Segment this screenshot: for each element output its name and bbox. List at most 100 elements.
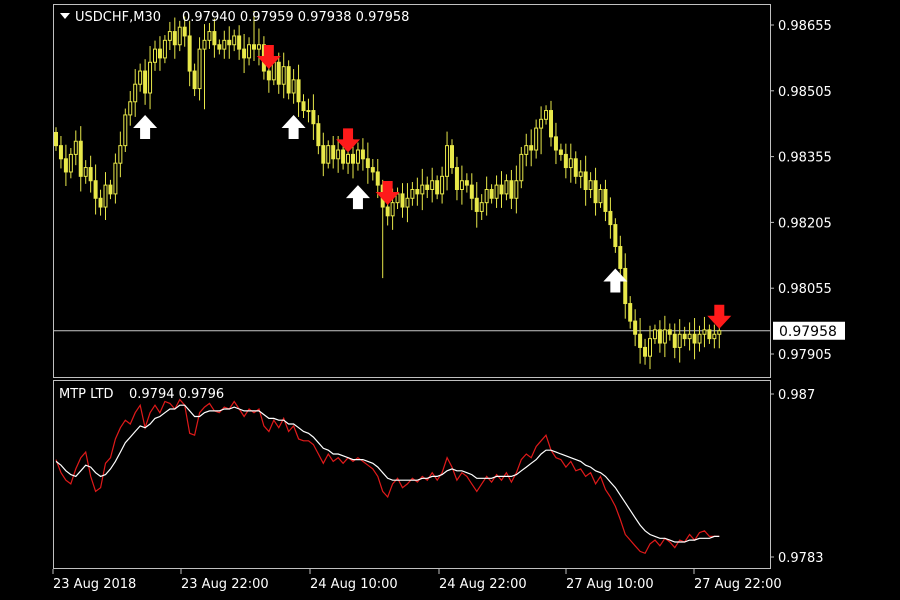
candle	[573, 151, 578, 184]
candle	[454, 156, 459, 201]
candle	[618, 235, 623, 280]
candle	[459, 165, 464, 205]
candle	[88, 155, 93, 193]
candle	[143, 59, 148, 105]
candle	[93, 164, 98, 215]
candle	[202, 24, 207, 110]
candle	[242, 33, 247, 74]
candle	[138, 63, 143, 92]
candle	[63, 144, 68, 186]
candle	[296, 64, 301, 117]
candle	[172, 17, 177, 59]
candle	[410, 182, 415, 206]
candle	[667, 323, 672, 341]
candle	[256, 28, 261, 66]
candle	[692, 318, 697, 360]
candle	[247, 37, 252, 66]
price-tick-label: 0.98655	[778, 19, 832, 34]
candle	[519, 146, 524, 189]
candle	[113, 153, 118, 204]
candle	[549, 100, 553, 147]
candle	[232, 29, 237, 52]
sell-arrow-icon	[707, 304, 732, 329]
candle	[662, 315, 667, 358]
candle	[539, 106, 544, 155]
candle	[479, 194, 484, 220]
candle	[558, 143, 563, 161]
candle	[148, 46, 153, 110]
candle	[54, 127, 58, 151]
candle	[568, 143, 573, 183]
candle	[613, 218, 618, 253]
candle	[489, 184, 494, 204]
candle	[638, 318, 643, 364]
candle	[514, 165, 519, 214]
candle	[217, 39, 222, 55]
candle	[197, 37, 202, 101]
candle	[648, 325, 652, 370]
candle	[435, 175, 440, 200]
indicator-tick-label: 0.987	[778, 388, 815, 403]
time-tick-label: 23 Aug 22:00	[181, 577, 269, 592]
candle	[103, 172, 108, 220]
price-tick-label: 0.98205	[778, 216, 832, 231]
indicator-values: 0.9794 0.9796	[129, 387, 224, 402]
candle	[672, 323, 677, 359]
candle	[222, 30, 227, 59]
candle	[583, 155, 588, 206]
time-tick-label: 23 Aug 2018	[53, 577, 136, 592]
candle	[474, 182, 479, 228]
candle	[544, 105, 549, 125]
candle	[509, 169, 514, 210]
candle	[524, 133, 529, 167]
candle	[331, 135, 336, 169]
dropdown-triangle-icon[interactable]	[60, 13, 70, 19]
buy-arrow-icon	[133, 114, 158, 139]
candle	[311, 94, 316, 140]
candle	[321, 132, 326, 177]
time-tick-label: 27 Aug 22:00	[694, 577, 782, 592]
candle	[563, 143, 568, 179]
indicator-scale: 0.987 0.9783	[770, 388, 824, 566]
candle	[360, 138, 365, 171]
candle	[578, 160, 583, 189]
candle	[301, 94, 306, 118]
candle	[504, 174, 509, 201]
candle	[469, 173, 474, 211]
candle	[588, 172, 593, 199]
candle	[157, 36, 162, 71]
candle	[207, 23, 212, 49]
candle	[58, 135, 63, 169]
candle	[534, 119, 539, 159]
price-tick-label: 0.98355	[778, 151, 832, 166]
candle	[237, 25, 242, 60]
candle	[430, 167, 435, 203]
candle	[128, 91, 133, 126]
candle	[83, 160, 88, 184]
main-price-scale: 0.98655 0.98505 0.98355 0.98205 0.98055 0.979…	[770, 19, 832, 363]
candle	[420, 168, 425, 211]
candle	[603, 179, 608, 222]
candle	[281, 52, 286, 99]
time-scale: 23 Aug 2018 23 Aug 22:00 24 Aug 10:00 24 Au…	[52, 569, 782, 592]
candle	[677, 319, 682, 363]
candle	[697, 325, 702, 352]
candle	[707, 324, 712, 344]
candle	[153, 40, 157, 71]
candle	[118, 131, 123, 178]
indicator-tick-label: 0.9783	[778, 551, 824, 566]
sell-arrow-icon	[336, 128, 361, 153]
candle	[167, 21, 172, 51]
candle	[598, 184, 603, 208]
price-tick-label: 0.98055	[778, 282, 832, 297]
candle	[78, 126, 83, 192]
candle	[162, 35, 167, 64]
candle	[370, 159, 375, 181]
candle	[286, 60, 291, 100]
candle	[187, 20, 192, 87]
candle	[702, 316, 707, 348]
candle	[657, 320, 662, 353]
candle	[628, 296, 633, 329]
price-tick-label: 0.97905	[778, 348, 832, 363]
candle	[68, 148, 73, 179]
